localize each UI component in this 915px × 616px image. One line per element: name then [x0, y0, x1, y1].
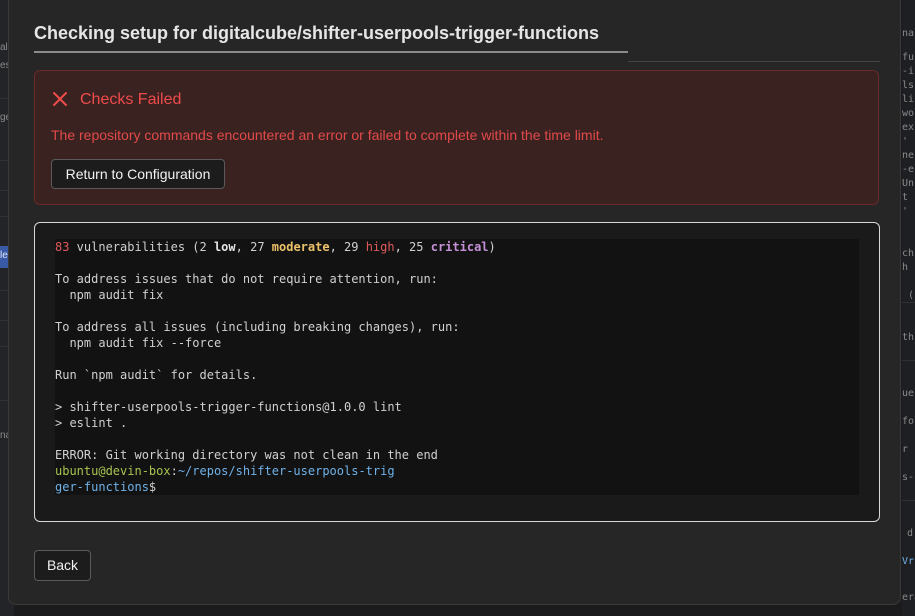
prompt-symbol: $ — [148, 480, 157, 494]
background-right-panel: na fu -i ls li wo ex ' ne -e Un t ' ch h… — [902, 0, 915, 616]
bg-text: r — [902, 444, 909, 455]
shell-prompt-continued: ger-functions$ — [55, 480, 156, 494]
prompt-user-host: ubuntu@devin-box — [55, 464, 171, 478]
title-underline — [34, 51, 628, 53]
terminal-line: npm audit fix — [55, 288, 164, 302]
severity-high: high — [365, 240, 395, 254]
dialog-title: Checking setup for digitalcube/shifter-u… — [34, 23, 600, 43]
bg-text: ex — [902, 122, 915, 133]
return-to-configuration-button[interactable]: Return to Configuration — [51, 159, 225, 189]
terminal-output-panel: 83 vulnerabilities (2 low, 27 moderate, … — [34, 222, 880, 522]
bg-text: th — [902, 332, 915, 343]
shell-prompt: ubuntu@devin-box:~/repos/shifter-userpoo… — [55, 464, 395, 478]
close-icon — [53, 92, 67, 106]
back-button[interactable]: Back — [34, 550, 91, 581]
bg-text: ue — [902, 388, 915, 399]
bg-text: Un — [902, 178, 915, 189]
prompt-path: ger-functions — [55, 480, 149, 494]
bg-text: wo — [902, 108, 915, 119]
terminal-line: > shifter-userpools-trigger-functions@1.… — [55, 400, 402, 414]
bg-text: al — [0, 42, 8, 53]
terminal-line: To address issues that do not require at… — [55, 272, 438, 286]
bg-text: ne — [902, 150, 915, 161]
bg-text: ' — [902, 206, 909, 217]
audit-summary-line: 83 vulnerabilities (2 low, 27 moderate, … — [55, 240, 496, 254]
terminal-line: To address all issues (including breakin… — [55, 320, 460, 334]
bg-text: s- — [902, 472, 915, 483]
terminal-line: Run `npm audit` for details. — [55, 368, 258, 382]
error-title: Checks Failed — [80, 91, 182, 108]
bg-text: ch — [902, 248, 915, 259]
terminal-error-line: ERROR: Git working directory was not cle… — [55, 448, 438, 462]
bg-text: -e — [902, 164, 915, 175]
bg-text: Vr — [902, 556, 915, 567]
bg-text: era — [902, 592, 915, 603]
error-alert: Checks Failed The repository commands en… — [34, 70, 879, 205]
bg-text: d — [907, 528, 914, 539]
bg-text: na — [902, 28, 915, 39]
error-message: The repository commands encountered an e… — [51, 127, 604, 143]
terminal-line: > eslint . — [55, 416, 128, 430]
severity-critical: critical — [430, 240, 489, 254]
bg-text: -i — [902, 66, 915, 77]
title-divider — [628, 61, 880, 62]
bg-text: t — [902, 192, 909, 203]
terminal-output[interactable]: 83 vulnerabilities (2 low, 27 moderate, … — [55, 239, 859, 495]
bg-text: ( — [908, 290, 915, 301]
bg-text: ' — [902, 136, 909, 147]
vuln-count: 83 — [55, 240, 70, 254]
bg-text: le — [0, 250, 8, 261]
bg-text: fu — [902, 52, 915, 63]
terminal-line: npm audit fix --force — [55, 336, 222, 350]
bg-text: h — [902, 262, 909, 273]
bg-text: ls — [902, 80, 915, 91]
prompt-path: ~/repos/shifter-userpools-trig — [177, 464, 395, 478]
severity-low: low — [213, 240, 236, 254]
bg-text: fo — [902, 416, 915, 427]
setup-check-dialog: Checking setup for digitalcube/shifter-u… — [8, 0, 901, 605]
severity-moderate: moderate — [271, 240, 330, 254]
bg-text: li — [902, 94, 915, 105]
